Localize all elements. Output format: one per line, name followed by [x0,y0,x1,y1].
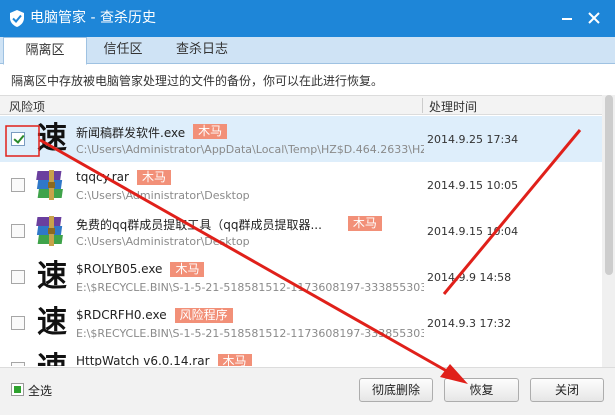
list-item[interactable]: 速 $RDCRFH0.exe 风险程序 E:\$RECYCLE.BIN\S-1-5… [0,300,602,346]
process-time: 2014.9.3 17:32 [427,317,512,330]
footer-bar: 全选 彻底删除 恢复 关闭 [0,367,615,415]
column-header-time[interactable]: 处理时间 [429,98,477,115]
file-path: C:\Users\Administrator\Desktop [76,189,250,202]
file-name: $RDCRFH0.exe [76,308,167,322]
file-name: tqqcy.rar [76,170,129,184]
row-checkbox[interactable] [11,316,25,330]
restore-button[interactable]: 恢复 [444,378,519,402]
file-path: E:\$RECYCLE.BIN\S-1-5-21-518581512-11736… [76,327,424,340]
delete-permanently-button[interactable]: 彻底删除 [359,378,433,402]
file-name: 免费的qq群成员提取工具（qq群成员提取器... [76,218,322,232]
row-checkbox[interactable] [11,224,25,238]
close-button[interactable]: 关闭 [530,378,604,402]
file-name: 新闻稿群发软件.exe [76,126,186,140]
select-all-checkbox[interactable] [11,383,24,396]
speed-app-icon: 速 [34,351,70,366]
row-checkbox[interactable] [11,270,25,284]
process-time: 2014.9.15 10:05 [427,179,519,192]
tab-scan-log[interactable]: 查杀日志 [159,37,245,64]
tab-bar: 隔离区 信任区 查杀日志 [0,37,615,65]
file-path: C:\Users\Administrator\AppData\Local\Tem… [76,143,424,156]
winrar-archive-icon [36,216,63,246]
file-path: E:\$RECYCLE.BIN\S-1-5-21-518581512-11736… [76,281,424,294]
file-name: $ROLYB05.exe [76,262,163,276]
list-item[interactable]: 速 HttpWatch v6.0.14.rar 木马 [0,346,602,366]
risk-tag: 木马 [217,354,252,366]
close-icon[interactable] [583,8,605,28]
column-divider [422,98,423,113]
list-item[interactable]: 免费的qq群成员提取工具（qq群成员提取器... 木马 C:\Users\Admi… [0,208,602,254]
winrar-archive-icon [36,170,63,200]
quarantine-description: 隔离区中存放被电脑管家处理过的文件的备份，你可以在此进行恢复。 [11,74,384,88]
file-path: C:\Users\Administrator\Desktop [76,235,250,248]
select-all-label[interactable]: 全选 [28,382,52,399]
speed-app-icon: 速 [37,121,67,156]
row-checkbox[interactable] [11,178,25,192]
file-name: HttpWatch v6.0.14.rar [76,354,210,366]
list-item[interactable]: 速 新闻稿群发软件.exe 木马 C:\Users\Administrator\A… [0,116,602,162]
list-scrollbar[interactable] [602,95,615,367]
shield-logo-icon [10,10,24,27]
minimize-icon[interactable] [556,8,578,28]
risk-tag: 木马 [347,216,382,231]
risk-tag: 木马 [193,124,228,139]
tab-quarantine[interactable]: 隔离区 [3,37,87,65]
scrollbar-thumb[interactable] [605,95,613,275]
risk-tag: 风险程序 [174,308,233,323]
speed-app-icon: 速 [37,259,67,294]
window-title: 电脑管家 - 查杀历史 [30,10,156,26]
risk-tag: 木马 [170,262,205,277]
risk-tag: 木马 [136,170,171,185]
column-header-risk-item[interactable]: 风险项 [9,98,45,115]
process-time: 2014.9.25 17:34 [427,133,519,146]
row-checkbox[interactable] [11,362,25,366]
speed-app-icon: 速 [37,305,67,340]
row-checkbox[interactable] [11,132,25,146]
tab-trust[interactable]: 信任区 [87,37,159,64]
title-bar: 电脑管家 - 查杀历史 [0,0,615,37]
process-time: 2014.9.9 14:58 [427,271,512,284]
quarantine-list: 速 新闻稿群发软件.exe 木马 C:\Users\Administrator\A… [0,116,602,366]
list-header: 风险项 处理时间 [0,95,602,115]
process-time: 2014.9.15 10:04 [427,225,519,238]
list-item[interactable]: 速 $ROLYB05.exe 木马 E:\$RECYCLE.BIN\S-1-5-2… [0,254,602,300]
list-item[interactable]: tqqcy.rar 木马 C:\Users\Administrator\Deskt… [0,162,602,208]
